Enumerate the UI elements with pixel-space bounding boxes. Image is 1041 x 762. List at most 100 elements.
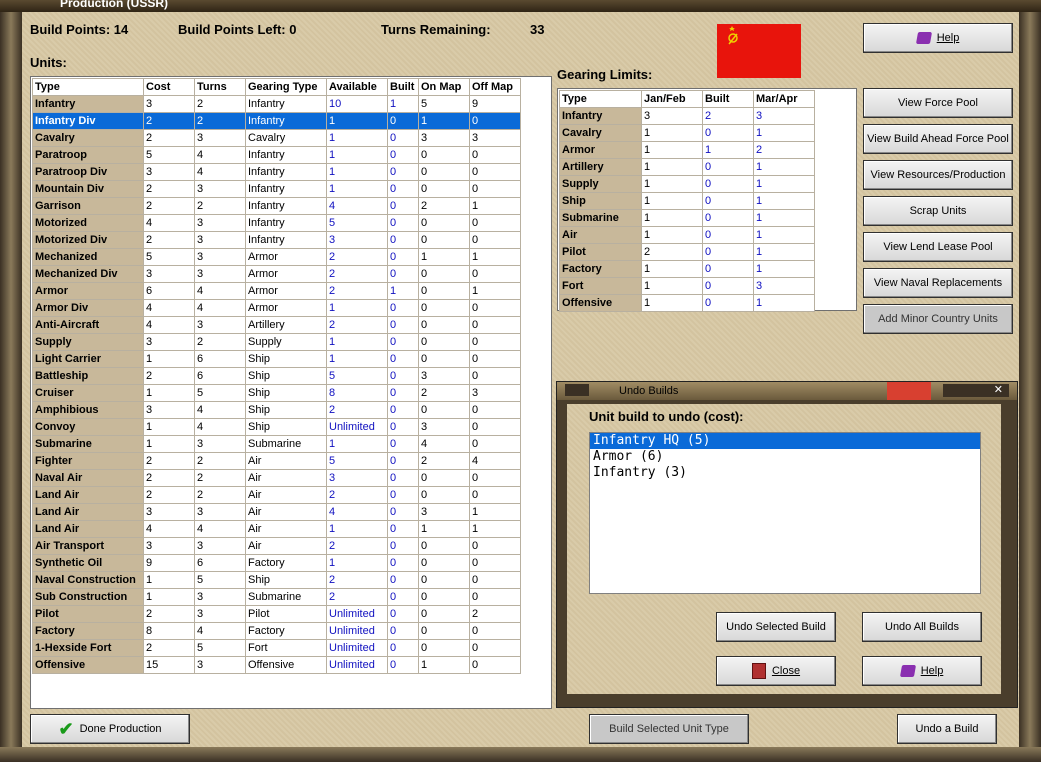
units-cell: 2	[418, 384, 470, 402]
units-column-header[interactable]: On Map	[418, 78, 470, 96]
undo-builds-title-bar[interactable]: Undo Builds ✕	[557, 382, 1017, 400]
units-cell: Armor	[245, 265, 327, 283]
undo-list-item[interactable]: Armor (6)	[590, 449, 980, 465]
units-cell: 1	[326, 146, 388, 164]
side-button-view-build-ahead-force-pool[interactable]: View Build Ahead Force Pool	[863, 124, 1013, 154]
units-column-header[interactable]: Off Map	[469, 78, 521, 96]
units-column-header[interactable]: Turns	[194, 78, 246, 96]
units-cell: 2	[194, 452, 246, 470]
units-cell: 8	[143, 622, 195, 640]
units-table-row[interactable]: Land Air 3 3 Air 4 0 3 1	[32, 503, 521, 521]
undo-a-build-button[interactable]: Undo a Build	[897, 714, 997, 744]
undo-all-label: Undo All Builds	[885, 621, 959, 633]
units-table-row[interactable]: Mountain Div 2 3 Infantry 1 0 0 0	[32, 180, 521, 198]
gearing-cell: 1	[753, 124, 815, 142]
units-cell: Ship	[245, 401, 327, 419]
hammer-sickle-icon	[717, 24, 801, 78]
units-cell: 3	[194, 656, 246, 674]
units-table-row[interactable]: Motorized Div 2 3 Infantry 3 0 0 0	[32, 231, 521, 249]
units-table-row[interactable]: Convoy 1 4 Ship Unlimited 0 3 0	[32, 418, 521, 436]
undo-list-item[interactable]: Infantry HQ (5)	[590, 433, 980, 449]
units-cell: Air	[245, 469, 327, 487]
gearing-cell: Offensive	[559, 294, 642, 312]
undo-selected-build-button[interactable]: Undo Selected Build	[716, 612, 836, 642]
side-button-view-force-pool[interactable]: View Force Pool	[863, 88, 1013, 118]
units-cell: Offensive	[245, 656, 327, 674]
units-cell: 3	[194, 316, 246, 334]
units-cell: Land Air	[32, 503, 144, 521]
units-cell: 0	[387, 452, 419, 470]
units-cell: Infantry	[245, 146, 327, 164]
units-cell: Cavalry	[32, 129, 144, 147]
side-button-add-minor-country-units[interactable]: Add Minor Country Units	[863, 304, 1013, 334]
units-table-row[interactable]: Amphibious 3 4 Ship 2 0 0 0	[32, 401, 521, 419]
units-table-row[interactable]: Air Transport 3 3 Air 2 0 0 0	[32, 537, 521, 555]
units-column-header[interactable]: Built	[387, 78, 419, 96]
undo-help-button[interactable]: Help	[862, 656, 982, 686]
units-table-row[interactable]: Armor Div 4 4 Armor 1 0 0 0	[32, 299, 521, 317]
undo-all-builds-button[interactable]: Undo All Builds	[862, 612, 982, 642]
units-cell: 0	[418, 265, 470, 283]
units-table-row[interactable]: Pilot 2 3 Pilot Unlimited 0 0 2	[32, 605, 521, 623]
units-cell: Air	[245, 537, 327, 555]
units-table-row[interactable]: Cavalry 2 3 Cavalry 1 0 3 3	[32, 129, 521, 147]
units-table-row[interactable]: Naval Construction 1 5 Ship 2 0 0 0	[32, 571, 521, 589]
units-column-header[interactable]: Gearing Type	[245, 78, 327, 96]
units-table-row[interactable]: Motorized 4 3 Infantry 5 0 0 0	[32, 214, 521, 232]
units-table-row[interactable]: Sub Construction 1 3 Submarine 2 0 0 0	[32, 588, 521, 606]
units-column-header[interactable]: Available	[326, 78, 388, 96]
units-column-header[interactable]: Cost	[143, 78, 195, 96]
units-cell: 0	[387, 656, 419, 674]
units-table-row[interactable]: Garrison 2 2 Infantry 4 0 2 1	[32, 197, 521, 215]
side-button-scrap-units[interactable]: Scrap Units	[863, 196, 1013, 226]
units-cell: Mountain Div	[32, 180, 144, 198]
units-table-row[interactable]: Supply 3 2 Supply 1 0 0 0	[32, 333, 521, 351]
units-table-row[interactable]: Fighter 2 2 Air 5 0 2 4	[32, 452, 521, 470]
units-table-row[interactable]: Naval Air 2 2 Air 3 0 0 0	[32, 469, 521, 487]
gearing-cell: 1	[753, 226, 815, 244]
units-table-row[interactable]: Anti-Aircraft 4 3 Artillery 2 0 0 0	[32, 316, 521, 334]
undo-list-item[interactable]: Infantry (3)	[590, 465, 980, 481]
units-table-row[interactable]: Submarine 1 3 Submarine 1 0 4 0	[32, 435, 521, 453]
units-column-header[interactable]: Type	[32, 78, 144, 96]
close-window-icon[interactable]: ✕	[943, 384, 1009, 397]
units-cell: 6	[194, 367, 246, 385]
units-table-row[interactable]: Paratroop 5 4 Infantry 1 0 0 0	[32, 146, 521, 164]
units-table-row[interactable]: Infantry Div 2 2 Infantry 1 0 1 0	[32, 112, 521, 130]
units-table-row[interactable]: Paratroop Div 3 4 Infantry 1 0 0 0	[32, 163, 521, 181]
units-table-row[interactable]: Land Air 2 2 Air 2 0 0 0	[32, 486, 521, 504]
side-button-view-resources-production[interactable]: View Resources/Production	[863, 160, 1013, 190]
done-production-button[interactable]: ✔ Done Production	[30, 714, 190, 744]
units-cell: Armor	[245, 299, 327, 317]
units-table-row[interactable]: Land Air 4 4 Air 1 0 1 1	[32, 520, 521, 538]
units-table-row[interactable]: Cruiser 1 5 Ship 8 0 2 3	[32, 384, 521, 402]
units-cell: 0	[387, 231, 419, 249]
units-table-row[interactable]: Light Carrier 1 6 Ship 1 0 0 0	[32, 350, 521, 368]
units-cell: 2	[194, 197, 246, 215]
units-table-row[interactable]: Mechanized Div 3 3 Armor 2 0 0 0	[32, 265, 521, 283]
units-table-row[interactable]: Synthetic Oil 9 6 Factory 1 0 0 0	[32, 554, 521, 572]
undo-builds-list[interactable]: Infantry HQ (5) Armor (6) Infantry (3)	[589, 432, 981, 594]
close-button[interactable]: Close	[716, 656, 836, 686]
units-table-row[interactable]: 1-Hexside Fort 2 5 Fort Unlimited 0 0 0	[32, 639, 521, 657]
help-button[interactable]: Help	[863, 23, 1013, 53]
side-button-view-lend-lease-pool[interactable]: View Lend Lease Pool	[863, 232, 1013, 262]
units-cell: 2	[194, 486, 246, 504]
units-table-row[interactable]: Armor 6 4 Armor 2 1 0 1	[32, 282, 521, 300]
units-table-row[interactable]: Mechanized 5 3 Armor 2 0 1 1	[32, 248, 521, 266]
units-cell: Submarine	[245, 588, 327, 606]
gearing-cell: 0	[702, 175, 754, 193]
collapse-icon[interactable]	[565, 384, 589, 396]
side-button-view-naval-replacements[interactable]: View Naval Replacements	[863, 268, 1013, 298]
units-table-row[interactable]: Battleship 2 6 Ship 5 0 3 0	[32, 367, 521, 385]
gearing-cell: Ship	[559, 192, 642, 210]
units-cell: 2	[418, 197, 470, 215]
units-cell: 2	[143, 639, 195, 657]
undo-builds-body: Unit build to undo (cost): Infantry HQ (…	[567, 404, 1001, 694]
units-table-row[interactable]: Infantry 3 2 Infantry 10 1 5 9	[32, 95, 521, 113]
units-table-row[interactable]: Offensive 15 3 Offensive Unlimited 0 1 0	[32, 656, 521, 674]
units-table-row[interactable]: Factory 8 4 Factory Unlimited 0 0 0	[32, 622, 521, 640]
units-cell: 0	[387, 180, 419, 198]
build-selected-unit-type-button[interactable]: Build Selected Unit Type	[589, 714, 749, 744]
units-cell: 3	[143, 503, 195, 521]
